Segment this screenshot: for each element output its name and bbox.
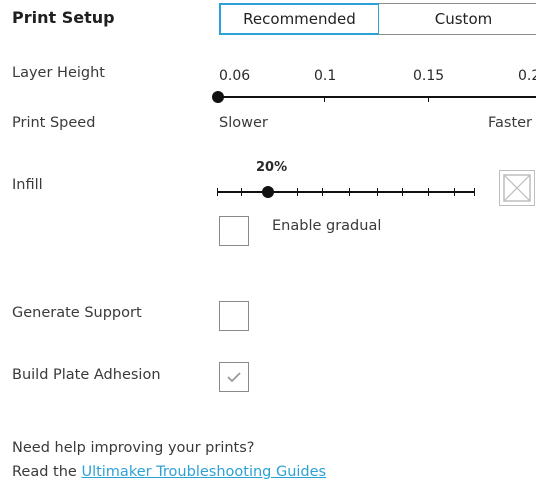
layer-height-option-0.1[interactable]: 0.1 bbox=[314, 68, 336, 84]
layer-height-handle[interactable] bbox=[212, 91, 224, 103]
tab-recommended[interactable]: Recommended bbox=[219, 3, 380, 35]
infill-tick bbox=[217, 188, 218, 196]
print-speed-min-label: Slower bbox=[219, 115, 268, 131]
mode-tabs: Recommended Custom bbox=[219, 3, 536, 35]
print-speed-label: Print Speed bbox=[12, 115, 96, 131]
infill-handle[interactable] bbox=[262, 186, 274, 198]
infill-tick bbox=[474, 188, 475, 196]
infill-tick bbox=[297, 188, 298, 196]
infill-pattern-icon bbox=[499, 170, 535, 206]
checkmark-icon bbox=[227, 372, 241, 383]
print-speed-max-label: Faster bbox=[488, 115, 533, 131]
infill-tick bbox=[241, 188, 242, 196]
help-text-line1: Need help improving your prints? bbox=[12, 440, 255, 456]
print-setup-title: Print Setup bbox=[12, 8, 115, 27]
build-plate-adhesion-checkbox[interactable] bbox=[219, 362, 249, 392]
layer-height-track bbox=[217, 96, 536, 98]
infill-label: Infill bbox=[12, 177, 43, 193]
layer-height-option-0.15[interactable]: 0.15 bbox=[413, 68, 444, 84]
layer-height-option-0.2[interactable]: 0.2 bbox=[518, 68, 536, 84]
infill-tick bbox=[377, 188, 378, 196]
infill-tick bbox=[402, 188, 403, 196]
generate-support-label: Generate Support bbox=[12, 305, 142, 321]
layer-height-label: Layer Height bbox=[12, 65, 105, 81]
layer-height-tick bbox=[324, 96, 325, 102]
generate-support-checkbox[interactable] bbox=[219, 301, 249, 331]
help-prefix: Read the bbox=[12, 464, 82, 480]
infill-slider[interactable] bbox=[217, 185, 477, 199]
layer-height-slider[interactable] bbox=[212, 90, 536, 104]
infill-tick bbox=[454, 188, 455, 196]
infill-tick bbox=[349, 188, 350, 196]
build-plate-adhesion-label: Build Plate Adhesion bbox=[12, 367, 161, 383]
enable-gradual-checkbox[interactable] bbox=[219, 216, 249, 246]
infill-tick bbox=[322, 188, 323, 196]
help-text-line2: Read the Ultimaker Troubleshooting Guide… bbox=[12, 464, 326, 480]
layer-height-tick bbox=[428, 96, 429, 102]
troubleshooting-guides-link[interactable]: Ultimaker Troubleshooting Guides bbox=[81, 464, 326, 480]
layer-height-option-0.06[interactable]: 0.06 bbox=[219, 68, 250, 84]
tab-custom[interactable]: Custom bbox=[379, 3, 536, 35]
enable-gradual-label: Enable gradual bbox=[272, 218, 382, 234]
infill-value-label: 20% bbox=[256, 160, 288, 175]
infill-track bbox=[217, 191, 475, 193]
infill-tick bbox=[428, 188, 429, 196]
